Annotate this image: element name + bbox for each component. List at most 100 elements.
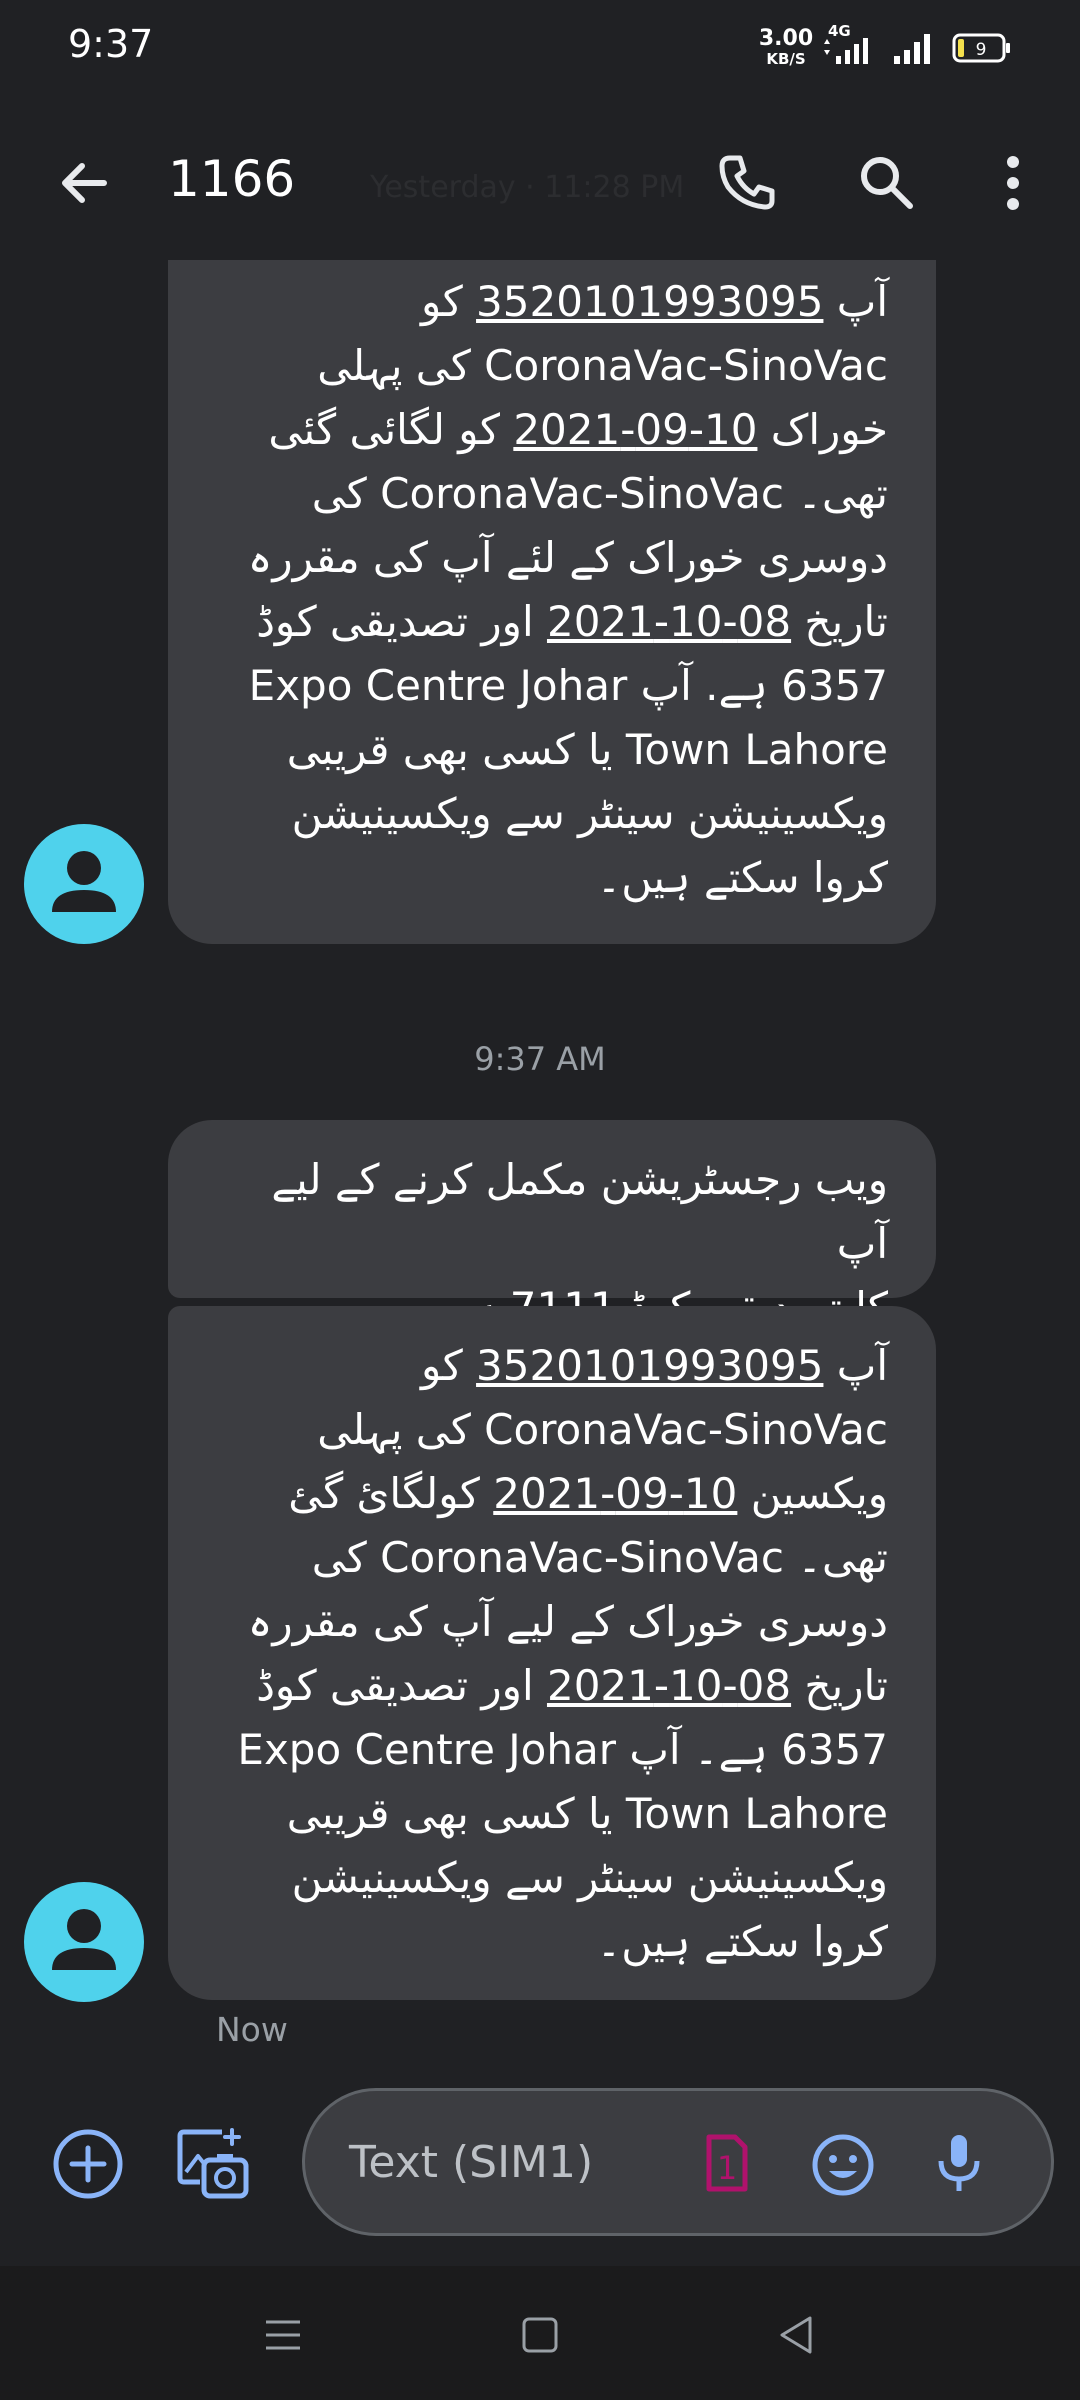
add-circle-icon: [53, 2129, 123, 2199]
battery-icon: 9: [952, 33, 1010, 63]
message-text: ویکسینیشن سینٹر سے ویکسینیشن: [291, 789, 888, 838]
voice-input-button[interactable]: [923, 2127, 995, 2199]
message-line: Town Lahore یا کسی بھی قریبی: [216, 1782, 888, 1846]
message-bubble[interactable]: آپ 3520101993095 کو CoronaVac-SinoVac کی …: [168, 260, 936, 944]
gallery-button[interactable]: [172, 2124, 252, 2204]
message-text: کو: [421, 1341, 477, 1390]
message-line: CoronaVac-SinoVac کی پہلی: [216, 1398, 888, 1462]
message-text: Town Lahore یا کسی بھی قریبی: [286, 725, 888, 774]
search-button[interactable]: [848, 144, 926, 222]
message-line: CoronaVac-SinoVac کی پہلی: [216, 334, 888, 398]
message-text: 6357 ہے. آپ Expo Centre Johar: [248, 661, 888, 710]
message-text: 6357 ہے۔ آپ Expo Centre Johar: [237, 1725, 888, 1774]
message-line: دوسری خوراک کے لئے آپ کی مقررہ: [216, 526, 888, 590]
scrolled-date-header: Yesterday · 11:28 PM: [370, 170, 685, 205]
back-button[interactable]: [46, 144, 124, 222]
message-text: دوسری خوراک کے لئے آپ کی مقررہ: [247, 533, 888, 582]
network-speed-unit: KB/S: [766, 50, 806, 68]
message-bubble[interactable]: آپ 3520101993095 کو CoronaVac-SinoVac کی …: [168, 1306, 936, 2000]
message-line: ویب رجسٹریشن مکمل کرنے کے لیے آپ: [216, 1148, 888, 1276]
message-line: ویکسینیشن سینٹر سے ویکسینیشن: [216, 1846, 888, 1910]
search-icon: [861, 157, 913, 209]
message-text: کروا سکتے ہیں۔: [596, 1917, 888, 1966]
triangle-back-icon: [780, 2316, 812, 2354]
message-time: Now: [216, 2010, 288, 2049]
contact-avatar[interactable]: [24, 824, 144, 944]
home-square-icon: [522, 2317, 558, 2353]
message-text: کو لگائی گئی: [268, 405, 514, 454]
contact-avatar[interactable]: [24, 1882, 144, 2002]
home-button[interactable]: [515, 2310, 565, 2360]
emoji-icon: [812, 2134, 874, 2196]
message-line: دوسری خوراک کے لیے آپ کی مقررہ: [216, 1590, 888, 1654]
message-line: تاریخ 08-10-2021 اور تصدیقی کوڈ: [216, 1654, 888, 1718]
attach-button[interactable]: [50, 2126, 126, 2202]
message-text: دوسری خوراک کے لیے آپ کی مقررہ: [247, 1597, 888, 1646]
person-icon: [52, 851, 116, 912]
message-text: آپ: [823, 277, 888, 326]
linked-number[interactable]: 10-09-2021: [493, 1469, 737, 1518]
conversation-toolbar: Yesterday · 11:28 PM 1166: [0, 92, 1080, 262]
message-text: Town Lahore یا کسی بھی قریبی: [286, 1789, 888, 1838]
microphone-icon: [938, 2135, 980, 2191]
message-line: آپ 3520101993095 کو: [216, 1334, 888, 1398]
status-bar: 9:37 3.00 KB/S 4G 9: [0, 0, 1080, 92]
message-bubble[interactable]: ویب رجسٹریشن مکمل کرنے کے لیے آپکا تصدیق…: [168, 1120, 936, 1332]
signal-4g-icon: 4G: [824, 22, 868, 64]
phone-icon: [719, 155, 775, 210]
message-line: کروا سکتے ہیں۔: [216, 846, 888, 910]
message-line: آپ 3520101993095 کو: [216, 270, 888, 334]
battery-level: 9: [976, 40, 987, 60]
message-text: ویکسینیشن سینٹر سے ویکسینیشن: [291, 1853, 888, 1902]
message-text: تاریخ: [791, 597, 888, 646]
network-speed: 3.00 KB/S: [758, 28, 814, 67]
message-text: CoronaVac-SinoVac کی پہلی: [317, 1405, 888, 1454]
arrow-left-icon: [62, 163, 107, 203]
person-icon: [52, 1909, 116, 1970]
linked-number[interactable]: 08-10-2021: [547, 597, 791, 646]
network-speed-value: 3.00: [758, 26, 814, 51]
more-options-button[interactable]: [974, 144, 1052, 222]
system-back-button[interactable]: [772, 2310, 822, 2360]
message-input[interactable]: Text (SIM1) 1: [302, 2088, 1054, 2236]
message-text: CoronaVac-SinoVac کی پہلی: [317, 341, 888, 390]
conversation-title: 1166: [168, 150, 296, 208]
gallery-camera-icon: [177, 2128, 249, 2199]
message-text: اور تصدیقی کوڈ: [256, 1661, 547, 1710]
message-line: کروا سکتے ہیں۔: [216, 1910, 888, 1974]
sim-card-icon[interactable]: 1: [695, 2131, 755, 2195]
message-line: Town Lahore یا کسی بھی قریبی: [216, 718, 888, 782]
sim-number: 1: [717, 2149, 737, 2187]
message-line: 6357 ہے. آپ Expo Centre Johar: [216, 654, 888, 718]
call-button[interactable]: [708, 144, 786, 222]
message-text: اور تصدیقی کوڈ: [256, 597, 547, 646]
message-text: کو: [421, 277, 477, 326]
message-line: 6357 ہے۔ آپ Expo Centre Johar: [216, 1718, 888, 1782]
message-text: ویب رجسٹریشن مکمل کرنے کے لیے آپ: [271, 1155, 888, 1268]
message-text: آپ: [823, 1341, 888, 1390]
linked-number[interactable]: 08-10-2021: [547, 1661, 791, 1710]
message-line: تاریخ 08-10-2021 اور تصدیقی کوڈ: [216, 590, 888, 654]
message-line: تھی۔ CoronaVac-SinoVac کی: [216, 1526, 888, 1590]
recent-apps-button[interactable]: [258, 2310, 308, 2360]
more-vert-icon: [1007, 156, 1019, 210]
linked-number[interactable]: 10-09-2021: [513, 405, 757, 454]
emoji-button[interactable]: [809, 2131, 877, 2199]
network-type-label: 4G: [828, 22, 851, 40]
linked-number[interactable]: 3520101993095: [476, 277, 823, 326]
menu-icon: [266, 2320, 300, 2350]
message-text: کروا سکتے ہیں۔: [596, 853, 888, 902]
message-text: خوراک: [757, 405, 888, 454]
message-text: تاریخ: [791, 1661, 888, 1710]
message-text: تھی۔ CoronaVac-SinoVac کی: [311, 469, 888, 518]
status-time: 9:37: [68, 22, 154, 66]
message-input-placeholder: Text (SIM1): [349, 2137, 594, 2188]
message-line: ویکسینیشن سینٹر سے ویکسینیشن: [216, 782, 888, 846]
message-line: خوراک 10-09-2021 کو لگائی گئی: [216, 398, 888, 462]
timestamp-divider: 9:37 AM: [474, 1040, 606, 1078]
message-line: ویکسین 10-09-2021 کولگائ گئ: [216, 1462, 888, 1526]
message-text: تھی۔ CoronaVac-SinoVac کی: [311, 1533, 888, 1582]
messaging-screen: 9:37 3.00 KB/S 4G 9 Yesterday · 11:28 PM…: [0, 0, 1080, 2400]
linked-number[interactable]: 3520101993095: [476, 1341, 823, 1390]
message-line: تھی۔ CoronaVac-SinoVac کی: [216, 462, 888, 526]
